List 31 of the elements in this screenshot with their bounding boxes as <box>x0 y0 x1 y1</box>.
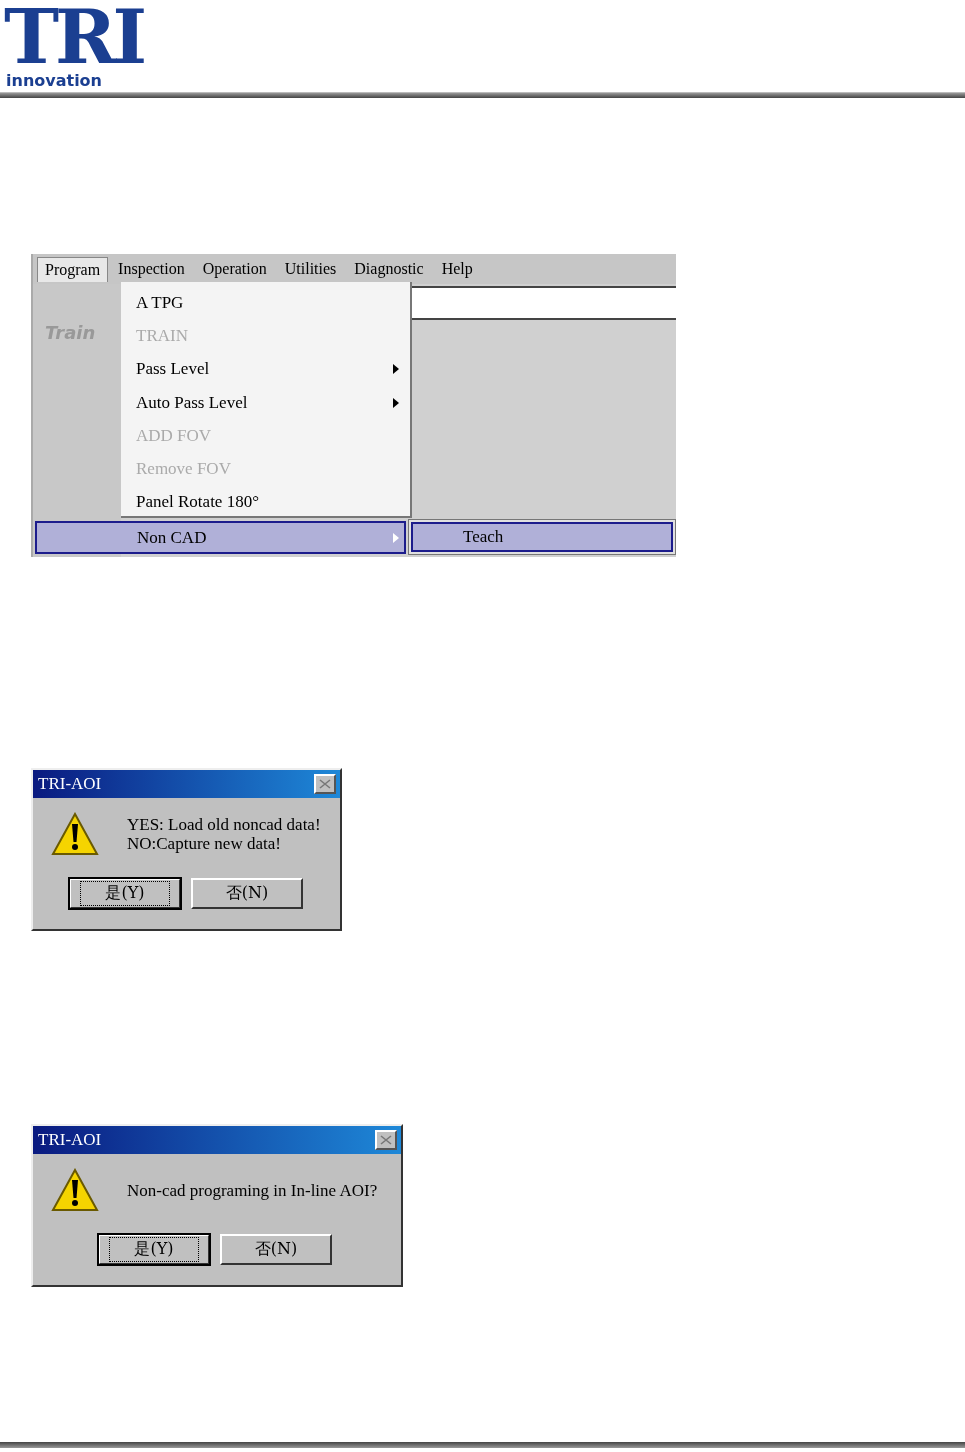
menu-item[interactable]: Auto Pass Level <box>121 385 410 420</box>
dialog-button[interactable]: 否(N) <box>191 878 303 909</box>
caret-icon <box>392 363 400 376</box>
menu-item[interactable]: Panel Rotate 180° <box>121 485 410 520</box>
logo-mark: TRI <box>4 0 145 74</box>
logo-word: innovation <box>5 74 103 88</box>
warning-icon <box>51 1168 99 1212</box>
caret-icon <box>392 396 400 409</box>
dialog-button[interactable]: 是(Y) <box>98 1234 210 1265</box>
menu-item[interactable]: Pass Level <box>121 352 410 386</box>
menu-title[interactable]: Help <box>433 256 481 282</box>
warning-icon <box>51 812 99 856</box>
caret-icon <box>392 531 400 544</box>
dialog-title: TRI-AOI <box>38 1130 102 1150</box>
menu-title[interactable]: Utilities <box>276 256 345 282</box>
menu-title[interactable]: Diagnostic <box>346 256 432 282</box>
close-button[interactable] <box>314 774 336 794</box>
menu-item[interactable]: A TPG <box>121 286 410 320</box>
menu-title[interactable]: Inspection <box>110 256 193 282</box>
dialog-button[interactable]: 否(N) <box>220 1234 332 1265</box>
menu-item[interactable]: Non CAD <box>35 521 406 554</box>
close-icon <box>319 779 331 789</box>
dialog-button[interactable]: 是(Y) <box>69 878 181 909</box>
dialog-message: Non-cad programing in In-line AOI? <box>127 1180 378 1200</box>
dialog-message: YES: Load old noncad data! NO:Capture new data! <box>127 815 321 853</box>
dialog-title: TRI-AOI <box>38 774 102 794</box>
submenu-item[interactable]: Teach <box>411 522 673 552</box>
menu-title[interactable]: Program <box>37 256 109 282</box>
close-button[interactable] <box>375 1130 397 1150</box>
close-icon <box>380 1135 392 1145</box>
menu-title[interactable]: Operation <box>194 256 275 282</box>
